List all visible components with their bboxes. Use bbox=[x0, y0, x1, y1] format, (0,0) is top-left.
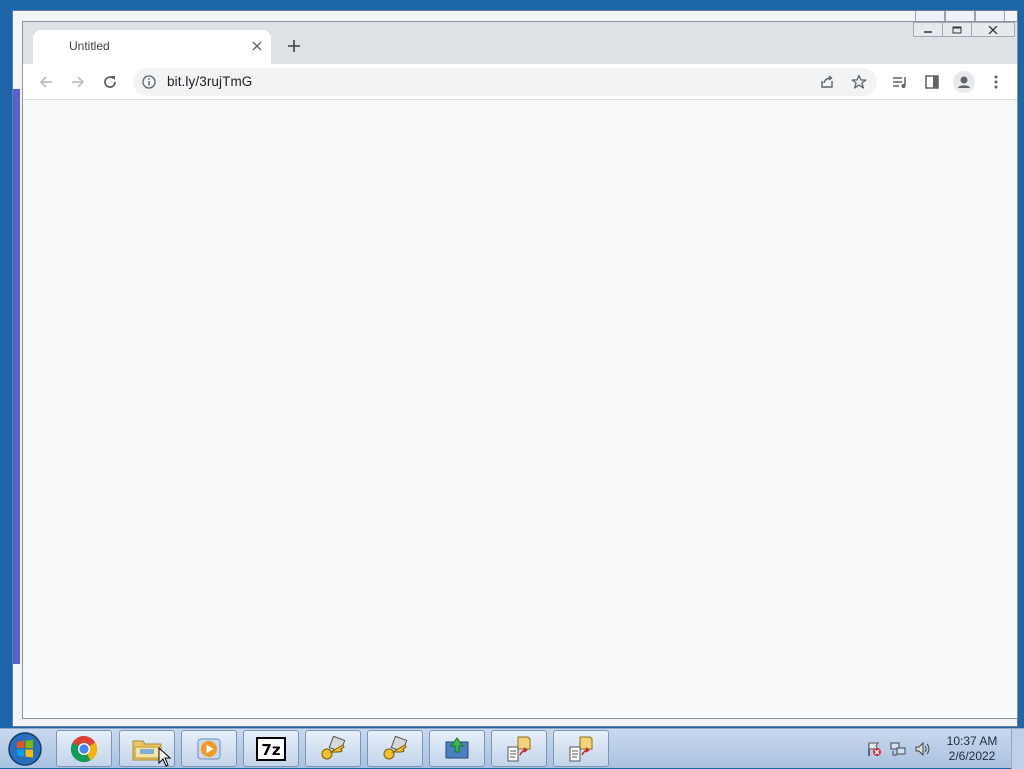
taskbar-file-transfer-2[interactable] bbox=[553, 730, 609, 767]
taskbar-explorer[interactable] bbox=[119, 730, 175, 767]
taskbar: 7z 10:37 AM 2/6/2022 bbox=[0, 728, 1024, 769]
taskbar-media-player[interactable] bbox=[181, 730, 237, 767]
share-icon[interactable] bbox=[817, 72, 837, 92]
close-icon[interactable] bbox=[249, 38, 265, 54]
mouse-cursor-icon bbox=[158, 747, 172, 767]
show-desktop-button[interactable] bbox=[1011, 729, 1024, 769]
browser-toolbar: bit.ly/3rujTmG bbox=[23, 64, 1017, 100]
profile-icon[interactable] bbox=[951, 69, 977, 95]
side-panel-icon[interactable] bbox=[919, 69, 945, 95]
start-button[interactable] bbox=[6, 731, 44, 767]
chrome-icon bbox=[70, 735, 98, 762]
info-icon[interactable] bbox=[141, 74, 157, 90]
minimize-icon[interactable] bbox=[913, 22, 943, 37]
browser-window: Untitled bit.ly/3rujTmG bbox=[22, 21, 1018, 719]
key-icon bbox=[321, 735, 346, 759]
reload-icon[interactable] bbox=[97, 69, 123, 95]
window-close-icon[interactable] bbox=[971, 22, 1015, 37]
arrow-left-icon[interactable] bbox=[33, 69, 59, 95]
tab-strip: Untitled bbox=[23, 22, 1017, 64]
background-window-strip bbox=[13, 89, 20, 664]
windows-logo-icon bbox=[8, 732, 42, 766]
window-controls bbox=[913, 22, 1015, 37]
download-icon bbox=[445, 736, 469, 758]
clock-time: 10:37 AM bbox=[946, 734, 998, 748]
file-transfer-icon bbox=[569, 736, 593, 761]
media-player-icon bbox=[197, 738, 221, 759]
taskbar-7zip[interactable]: 7z bbox=[243, 730, 299, 767]
taskbar-download-tool[interactable] bbox=[429, 730, 485, 767]
kebab-menu-icon[interactable] bbox=[983, 69, 1009, 95]
taskbar-key-tool-2[interactable] bbox=[367, 730, 423, 767]
page-content[interactable] bbox=[23, 100, 1017, 718]
network-icon[interactable] bbox=[890, 741, 906, 757]
star-icon[interactable] bbox=[849, 72, 869, 92]
restore-icon[interactable] bbox=[942, 22, 972, 37]
tab-title: Untitled bbox=[69, 39, 110, 53]
address-text: bit.ly/3rujTmG bbox=[167, 74, 253, 89]
taskbar-file-transfer-1[interactable] bbox=[491, 730, 547, 767]
7zip-icon: 7z bbox=[256, 736, 286, 761]
plus-icon[interactable] bbox=[283, 35, 305, 57]
taskbar-key-tool-1[interactable] bbox=[305, 730, 361, 767]
file-transfer-icon bbox=[507, 736, 531, 761]
system-tray: 10:37 AM 2/6/2022 bbox=[862, 729, 1012, 769]
tab-untitled[interactable]: Untitled bbox=[33, 30, 271, 64]
7zip-label: 7z bbox=[261, 741, 280, 759]
key-icon bbox=[383, 735, 408, 759]
clock[interactable]: 10:37 AM 2/6/2022 bbox=[942, 734, 1002, 764]
reading-list-icon[interactable] bbox=[887, 69, 913, 95]
avatar bbox=[953, 71, 975, 93]
taskbar-chrome[interactable] bbox=[56, 730, 112, 767]
address-bar[interactable]: bit.ly/3rujTmG bbox=[133, 68, 877, 96]
action-center-flag-icon[interactable] bbox=[866, 741, 882, 757]
clock-date: 2/6/2022 bbox=[948, 749, 996, 763]
arrow-right-icon[interactable] bbox=[65, 69, 91, 95]
volume-icon[interactable] bbox=[914, 741, 930, 757]
